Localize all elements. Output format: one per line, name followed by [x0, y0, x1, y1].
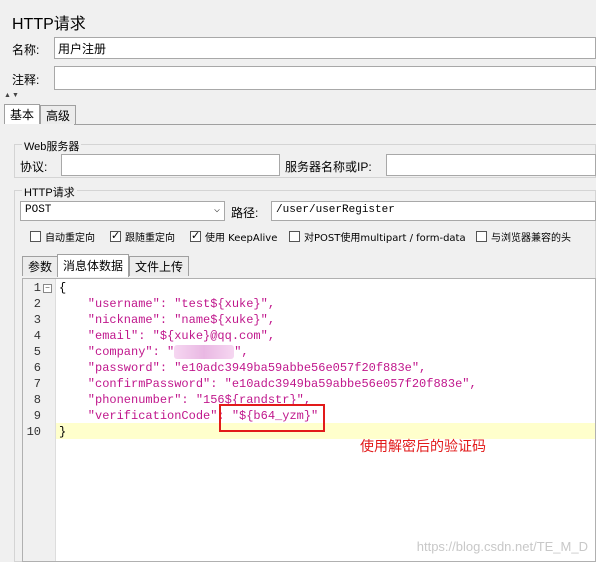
- tab-parameters[interactable]: 参数: [22, 256, 59, 276]
- server-field[interactable]: [386, 154, 596, 176]
- web-server-title: Web服务器: [22, 138, 82, 154]
- method-value: POST: [25, 204, 52, 216]
- checkbox[interactable]: [30, 231, 41, 242]
- chevron-down-icon[interactable]: ⌵: [214, 204, 220, 216]
- code-line: "password": "e10adc3949ba59abbe56e057f20…: [59, 361, 427, 375]
- tab-basic[interactable]: 基本: [4, 104, 41, 124]
- line-number: 9: [33, 409, 41, 423]
- current-line-highlight: [56, 423, 595, 439]
- checkbox[interactable]: [190, 229, 201, 242]
- option-keepalive[interactable]: 使用 KeepAlive: [190, 229, 277, 244]
- comment-label: 注释:: [12, 73, 40, 87]
- option-follow-redirect[interactable]: 跟随重定向: [110, 229, 175, 244]
- line-number: 10: [26, 425, 41, 439]
- line-number: 4: [33, 329, 41, 343]
- tab-divider: [74, 124, 596, 125]
- panel-title: HTTP请求: [12, 16, 86, 33]
- collapse-up-icon[interactable]: ▲: [4, 92, 11, 100]
- name-label: 名称:: [12, 43, 40, 57]
- company-key: "company": ": [59, 345, 175, 360]
- method-select[interactable]: POST ⌵: [20, 201, 225, 221]
- option-auto-redirect[interactable]: 自动重定向: [30, 229, 95, 244]
- code-line: "confirmPassword": "e10adc3949ba59abbe56…: [59, 377, 477, 391]
- company-suffix: ",: [234, 345, 249, 360]
- code-line: "nickname": "name${xuke}",: [59, 313, 276, 327]
- highlight-box: [219, 404, 325, 432]
- code-line: }: [59, 425, 67, 439]
- protocol-label: 协议:: [20, 160, 48, 174]
- tab-advanced[interactable]: 高级: [40, 105, 77, 124]
- line-number: 7: [33, 377, 41, 391]
- http-request-title: HTTP请求: [22, 184, 77, 200]
- line-number: 3: [33, 313, 41, 327]
- path-label: 路径:: [231, 206, 259, 220]
- line-number: 2: [33, 297, 41, 311]
- line-number: 6: [33, 361, 41, 375]
- watermark: https://blog.csdn.net/TE_M_D: [416, 539, 588, 554]
- checkbox[interactable]: [289, 231, 300, 242]
- fold-toggle-icon[interactable]: −: [43, 284, 52, 293]
- checkbox[interactable]: [110, 229, 121, 242]
- option-browser-headers[interactable]: 与浏览器兼容的头: [476, 229, 571, 244]
- splitter[interactable]: ▲ ▼: [0, 92, 596, 100]
- code-line: "email": "${xuke}@qq.com",: [59, 329, 276, 343]
- tab-body-data[interactable]: 消息体数据: [57, 254, 130, 277]
- code-line-company: "company": " ",: [59, 345, 249, 359]
- code-line: "username": "test${xuke}",: [59, 297, 276, 311]
- option-multipart[interactable]: 对POST使用multipart / form-data: [289, 229, 466, 244]
- path-field[interactable]: /user/userRegister: [271, 201, 596, 221]
- name-field[interactable]: 用户注册: [54, 37, 596, 59]
- redacted-value: [174, 345, 235, 359]
- line-number: 1: [33, 281, 41, 295]
- annotation-note: 使用解密后的验证码: [360, 438, 486, 454]
- code-line: {: [59, 281, 67, 295]
- line-number: 8: [33, 393, 41, 407]
- expand-down-icon[interactable]: ▼: [12, 92, 19, 100]
- protocol-field[interactable]: [61, 154, 280, 176]
- tab-file-upload[interactable]: 文件上传: [129, 256, 190, 276]
- server-label: 服务器名称或IP:: [285, 160, 372, 174]
- checkbox[interactable]: [476, 231, 487, 242]
- line-number: 5: [33, 345, 41, 359]
- comment-field[interactable]: [54, 66, 596, 90]
